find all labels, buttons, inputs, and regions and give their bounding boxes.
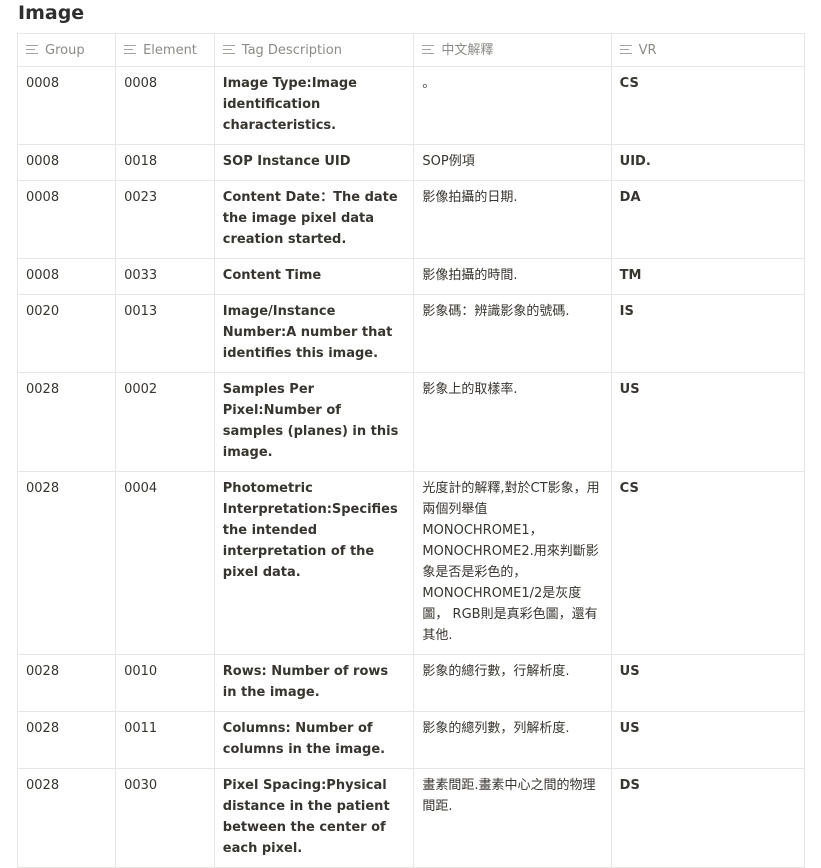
cell-tag-description[interactable]: Image Type:Image identification characte… <box>214 67 414 145</box>
column-header-group[interactable]: Group <box>18 34 116 67</box>
text-property-icon <box>223 45 235 55</box>
column-header-vr[interactable]: VR <box>611 34 804 67</box>
cell-tag-description[interactable]: SOP Instance UID <box>214 145 414 181</box>
table-row[interactable]: 00080008Image Type:Image identification … <box>18 67 821 145</box>
table-row[interactable]: 00280004Photometric Interpretation:Speci… <box>18 472 821 655</box>
cell-vr[interactable]: TM <box>611 259 804 295</box>
cell-group[interactable]: 0020 <box>18 295 116 373</box>
cell-chinese[interactable]: 影象碼：辨識影象的號碼. <box>414 295 611 373</box>
cell-chinese[interactable]: 。 <box>414 67 611 145</box>
cell-tag-description[interactable]: Rows: Number of rows in the image. <box>214 655 414 712</box>
table-header-row: Group Element Tag Description 中文解釋 VR <box>18 34 821 67</box>
table-row[interactable]: 00080033Content Time影像拍攝的時間.TM <box>18 259 821 295</box>
cell-vr[interactable]: CS <box>611 472 804 655</box>
cell-vr[interactable]: UID. <box>611 145 804 181</box>
cell-element[interactable]: 0011 <box>116 712 215 769</box>
cell-element[interactable]: 0023 <box>116 181 215 259</box>
cell-chinese[interactable]: 畫素間距.畫素中心之間的物理間距. <box>414 769 611 868</box>
cell-stub <box>804 769 821 868</box>
column-header-chinese[interactable]: 中文解釋 <box>414 34 611 67</box>
column-header-tag-description[interactable]: Tag Description <box>214 34 414 67</box>
cell-group[interactable]: 0028 <box>18 373 116 472</box>
cell-element[interactable]: 0004 <box>116 472 215 655</box>
cell-chinese[interactable]: 影象上的取樣率. <box>414 373 611 472</box>
cell-element[interactable]: 0008 <box>116 67 215 145</box>
cell-group[interactable]: 0008 <box>18 181 116 259</box>
cell-chinese[interactable]: 影象的總列數，列解析度. <box>414 712 611 769</box>
cell-chinese[interactable]: 影像拍攝的日期. <box>414 181 611 259</box>
cell-tag-description[interactable]: Columns: Number of columns in the image. <box>214 712 414 769</box>
cell-element[interactable]: 0033 <box>116 259 215 295</box>
cell-vr[interactable]: CS <box>611 67 804 145</box>
cell-group[interactable]: 0028 <box>18 472 116 655</box>
cell-tag-description[interactable]: Photometric Interpretation:Specifies the… <box>214 472 414 655</box>
cell-group[interactable]: 0008 <box>18 145 116 181</box>
text-property-icon <box>26 45 38 55</box>
cell-element[interactable]: 0010 <box>116 655 215 712</box>
cell-element[interactable]: 0013 <box>116 295 215 373</box>
cell-vr[interactable]: DS <box>611 769 804 868</box>
cell-vr[interactable]: IS <box>611 295 804 373</box>
column-header-element[interactable]: Element <box>116 34 215 67</box>
cell-chinese[interactable]: SOP例項 <box>414 145 611 181</box>
cell-stub <box>804 373 821 472</box>
table-row[interactable]: 00080018SOP Instance UIDSOP例項UID. <box>18 145 821 181</box>
cell-stub <box>804 145 821 181</box>
cell-group[interactable]: 0028 <box>18 769 116 868</box>
cell-stub <box>804 295 821 373</box>
cell-group[interactable]: 0008 <box>18 67 116 145</box>
text-property-icon <box>124 45 136 55</box>
cell-chinese[interactable]: 影像拍攝的時間. <box>414 259 611 295</box>
column-stub <box>804 34 821 67</box>
cell-stub <box>804 67 821 145</box>
table-row[interactable]: 00280010Rows: Number of rows in the imag… <box>18 655 821 712</box>
text-property-icon <box>422 45 434 55</box>
cell-group[interactable]: 0028 <box>18 655 116 712</box>
table-row[interactable]: 00280011Columns: Number of columns in th… <box>18 712 821 769</box>
table-row[interactable]: 00280030Pixel Spacing:Physical distance … <box>18 769 821 868</box>
page-title: Image <box>18 2 84 24</box>
cell-group[interactable]: 0008 <box>18 259 116 295</box>
table-row[interactable]: 00200013Image/Instance Number:A number t… <box>18 295 821 373</box>
cell-chinese[interactable]: 光度計的解釋,對於CT影象，用兩個列舉值MONOCHROME1，MONOCHRO… <box>414 472 611 655</box>
cell-vr[interactable]: DA <box>611 181 804 259</box>
cell-group[interactable]: 0028 <box>18 712 116 769</box>
cell-element[interactable]: 0002 <box>116 373 215 472</box>
cell-stub <box>804 259 821 295</box>
cell-tag-description[interactable]: Content Date：The date the image pixel da… <box>214 181 414 259</box>
cell-chinese[interactable]: 影象的總行數，行解析度. <box>414 655 611 712</box>
cell-stub <box>804 655 821 712</box>
cell-stub <box>804 472 821 655</box>
cell-stub <box>804 712 821 769</box>
table-row[interactable]: 00280002Samples Per Pixel:Number of samp… <box>18 373 821 472</box>
cell-vr[interactable]: US <box>611 373 804 472</box>
cell-element[interactable]: 0018 <box>116 145 215 181</box>
cell-vr[interactable]: US <box>611 655 804 712</box>
cell-tag-description[interactable]: Pixel Spacing:Physical distance in the p… <box>214 769 414 868</box>
cell-tag-description[interactable]: Image/Instance Number:A number that iden… <box>214 295 414 373</box>
cell-element[interactable]: 0030 <box>116 769 215 868</box>
cell-stub <box>804 181 821 259</box>
cell-vr[interactable]: US <box>611 712 804 769</box>
cell-tag-description[interactable]: Content Time <box>214 259 414 295</box>
data-table: Group Element Tag Description 中文解釋 VR 00… <box>17 33 821 868</box>
text-property-icon <box>620 45 632 55</box>
table-row[interactable]: 00080023Content Date：The date the image … <box>18 181 821 259</box>
cell-tag-description[interactable]: Samples Per Pixel:Number of samples (pla… <box>214 373 414 472</box>
